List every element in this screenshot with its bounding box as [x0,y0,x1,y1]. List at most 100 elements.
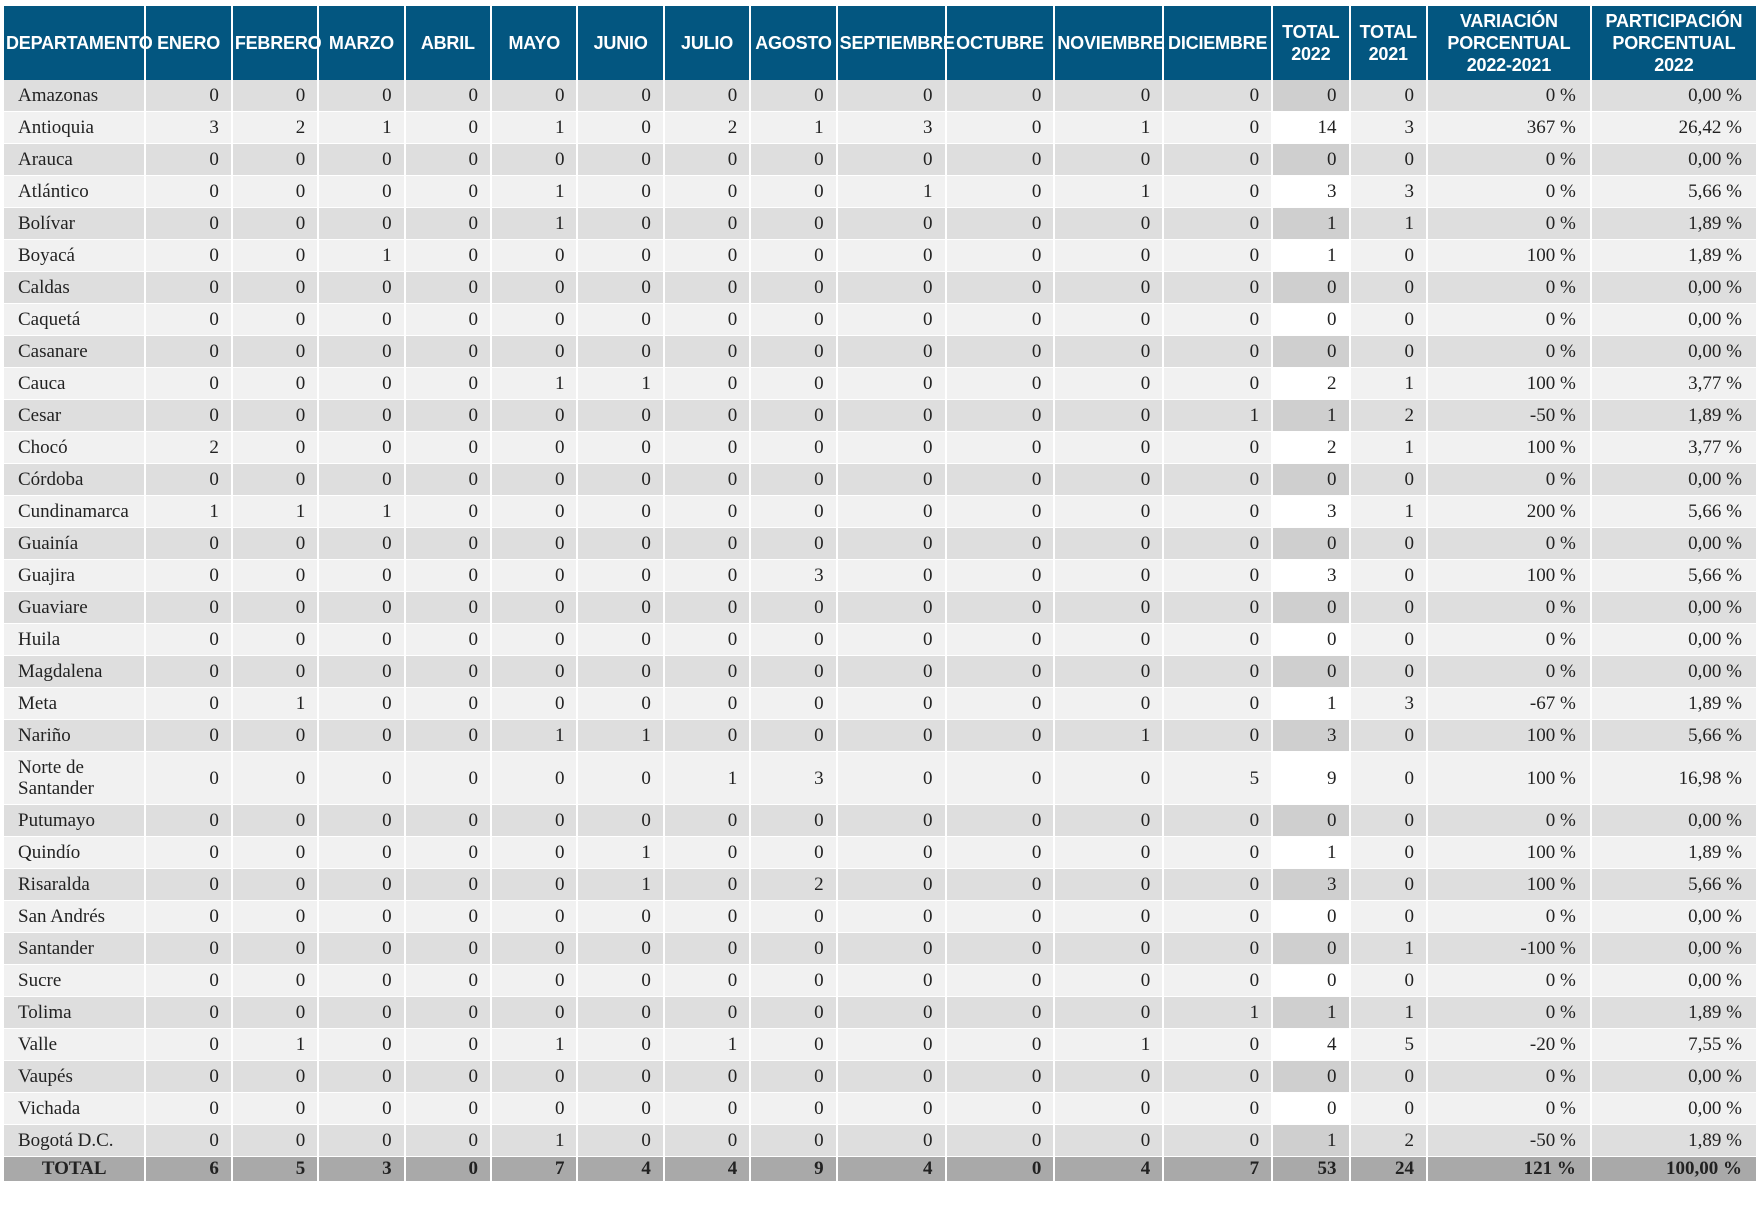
total-2021-cell: 0 [1348,591,1427,624]
month-value-cell: 0 [230,623,319,656]
participation-percent-cell: 0,00 % [1589,655,1756,688]
variation-percent-cell: 100 % [1425,239,1591,272]
variation-percent-cell: 0 % [1425,900,1591,933]
month-value-cell: 0 [944,207,1055,240]
header-septiembre: SEPTIEMBRE [835,6,955,80]
variation-percent-cell: 367 % [1425,111,1591,144]
month-value-cell: 0 [317,687,405,720]
month-value-cell: 0 [576,431,664,464]
month-value-cell: 0 [490,964,578,997]
total-2021-cell: 0 [1348,1060,1427,1093]
month-value-cell: 0 [490,399,578,432]
department-name-cell: Vichada [4,1092,146,1125]
month-value-cell: 2 [144,431,232,464]
month-value-cell: 0 [749,207,837,240]
month-value-cell: 0 [944,719,1055,752]
variation-percent-cell: -20 % [1425,1028,1591,1061]
total-2021-cell: 0 [1348,900,1427,933]
month-value-cell: 0 [944,463,1055,496]
month-value-cell: 0 [662,303,751,336]
month-value-cell: 0 [403,1060,492,1093]
month-value-cell: 0 [230,932,319,965]
department-name-cell: Cundinamarca [4,495,146,528]
month-value-cell: 0 [1162,1028,1273,1061]
month-value-cell: 0 [1053,687,1164,720]
month-value-cell: 0 [317,559,405,592]
month-value-cell: 0 [835,687,946,720]
month-value-cell: 0 [144,687,232,720]
participation-percent-cell: 1,89 % [1589,687,1756,720]
month-value-cell: 0 [1053,964,1164,997]
variation-percent-cell: 0 % [1425,655,1591,688]
month-value-cell: 1 [317,239,405,272]
header-total-2021: TOTAL 2021 [1348,6,1427,80]
month-value-cell: 0 [835,80,946,112]
month-value-cell: 0 [576,900,664,933]
variation-percent-cell: 0 % [1425,1092,1591,1125]
month-value-cell: 0 [944,751,1055,805]
month-value-cell: 0 [403,111,492,144]
month-value-cell: 0 [662,527,751,560]
month-value-cell: 0 [490,591,578,624]
month-value-cell: 1 [144,495,232,528]
department-name-cell: Quindío [4,836,146,869]
month-value-cell: 1 [576,719,664,752]
month-value-cell: 0 [490,431,578,464]
month-value-cell: 0 [944,495,1055,528]
month-value-cell: 5 [230,1156,319,1181]
month-value-cell: 0 [403,527,492,560]
table-row: Huila 0 0 0 0 0 0 0 0 0 0 0 0 0 0 0 % 0,00 % [4,623,1756,656]
participation-percent-cell: 1,89 % [1589,996,1756,1029]
month-value-cell: 0 [317,463,405,496]
month-value-cell: 0 [317,1028,405,1061]
month-value-cell: 0 [576,932,664,965]
month-value-cell: 1 [490,1028,578,1061]
participation-percent-cell: 1,89 % [1589,1124,1756,1157]
month-value-cell: 0 [1053,143,1164,176]
month-value-cell: 0 [403,719,492,752]
month-value-cell: 0 [230,271,319,304]
month-value-cell: 0 [749,1092,837,1125]
month-value-cell: 0 [1162,655,1273,688]
month-value-cell: 0 [230,1124,319,1157]
month-value-cell: 0 [403,271,492,304]
variation-percent-cell: 100 % [1425,836,1591,869]
month-value-cell: 0 [403,495,492,528]
total-2022-cell: 3 [1271,495,1350,528]
month-value-cell: 6 [144,1156,232,1181]
participation-percent-cell: 16,98 % [1589,751,1756,805]
variation-percent-cell: 0 % [1425,80,1591,112]
month-value-cell: 0 [1162,1092,1273,1125]
month-value-cell: 0 [490,527,578,560]
month-value-cell: 0 [1162,207,1273,240]
month-value-cell: 0 [490,559,578,592]
month-value-cell: 0 [944,527,1055,560]
month-value-cell: 0 [144,303,232,336]
month-value-cell: 0 [490,868,578,901]
month-value-cell: 0 [835,751,946,805]
month-value-cell: 0 [944,80,1055,112]
table-row: Vichada 0 0 0 0 0 0 0 0 0 0 0 0 0 0 0 % 0,00 % [4,1092,1756,1125]
department-name-cell: Boyacá [4,239,146,272]
total-2022-cell: 0 [1271,1060,1350,1093]
month-value-cell: 0 [749,239,837,272]
month-value-cell: 0 [944,559,1055,592]
department-name-cell: Norte de Santander [4,751,146,805]
month-value-cell: 0 [144,900,232,933]
month-value-cell: 3 [835,111,946,144]
variation-percent-cell: 0 % [1425,175,1591,208]
month-value-cell: 1 [490,207,578,240]
month-value-cell: 0 [576,111,664,144]
variation-percent-cell: 0 % [1425,335,1591,368]
month-value-cell: 0 [1053,335,1164,368]
total-2021-cell: 0 [1348,751,1427,805]
participation-percent-cell: 0,00 % [1589,804,1756,837]
month-value-cell: 0 [144,964,232,997]
table-row: Tolima 0 0 0 0 0 0 0 0 0 0 0 1 1 1 0 % 1,89 % [4,996,1756,1029]
month-value-cell: 1 [576,367,664,400]
month-value-cell: 0 [230,719,319,752]
month-value-cell: 0 [403,932,492,965]
month-value-cell: 0 [835,303,946,336]
month-value-cell: 0 [1053,527,1164,560]
month-value-cell: 0 [403,367,492,400]
